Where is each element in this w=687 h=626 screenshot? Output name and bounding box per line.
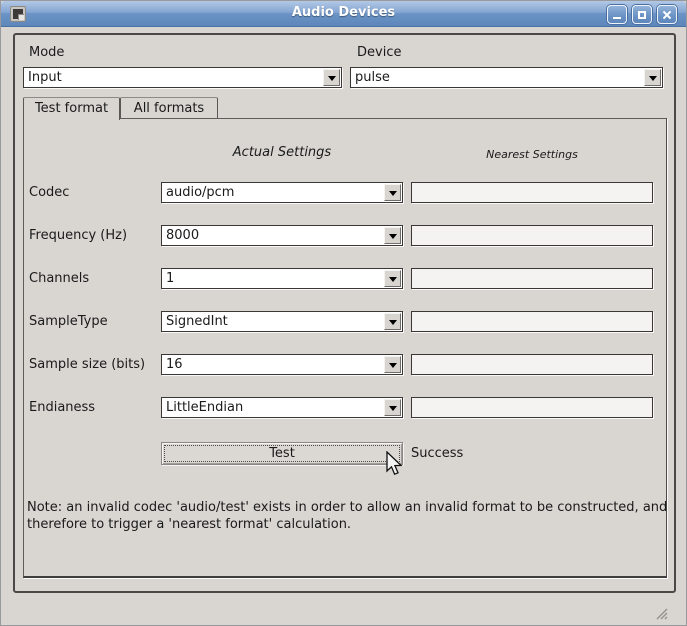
maximize-icon — [638, 11, 646, 19]
resize-grip-icon[interactable] — [652, 604, 668, 620]
codec-label: Codec — [29, 182, 69, 203]
minimize-button[interactable] — [607, 5, 627, 24]
device-dropdown-button[interactable] — [644, 69, 661, 86]
actual-settings-header: Actual Settings — [161, 145, 403, 160]
chevron-down-icon — [389, 363, 397, 368]
endianess-label: Endianess — [29, 397, 95, 418]
sampletype-dropdown-button[interactable] — [384, 313, 401, 330]
device-label: Device — [357, 45, 401, 62]
endianess-dropdown-button[interactable] — [384, 399, 401, 416]
window-title: Audio Devices — [1, 5, 686, 20]
frequency-label: Frequency (Hz) — [29, 225, 127, 246]
chevron-down-icon — [389, 406, 397, 411]
close-button[interactable] — [657, 5, 677, 24]
codec-nearest-field — [411, 182, 653, 203]
nearest-settings-header: Nearest Settings — [411, 148, 653, 161]
sampletype-value: SignedInt — [166, 312, 382, 331]
note-text: Note: an invalid codec 'audio/test' exis… — [27, 499, 677, 533]
channels-value: 1 — [166, 269, 382, 288]
device-value: pulse — [355, 68, 642, 87]
endianess-value: LittleEndian — [166, 398, 382, 417]
chevron-down-icon — [389, 277, 397, 282]
codec-value: audio/pcm — [166, 183, 382, 202]
sampletype-select[interactable]: SignedInt — [161, 311, 403, 332]
channels-nearest-field — [411, 268, 653, 289]
titlebar[interactable]: Audio Devices — [1, 1, 686, 27]
channels-select[interactable]: 1 — [161, 268, 403, 289]
samplesize-dropdown-button[interactable] — [384, 356, 401, 373]
samplesize-label: Sample size (bits) — [29, 354, 145, 375]
frequency-nearest-field — [411, 225, 653, 246]
status-text: Success — [411, 442, 463, 465]
tab-test-format[interactable]: Test format — [23, 97, 120, 120]
maximize-button[interactable] — [632, 5, 652, 24]
mode-select[interactable]: Input — [23, 67, 342, 88]
channels-dropdown-button[interactable] — [384, 270, 401, 287]
frequency-dropdown-button[interactable] — [384, 227, 401, 244]
test-button[interactable]: Test — [161, 442, 403, 465]
channels-label: Channels — [29, 268, 89, 289]
device-select[interactable]: pulse — [350, 67, 663, 88]
frequency-value: 8000 — [166, 226, 382, 245]
chevron-down-icon — [389, 234, 397, 239]
codec-dropdown-button[interactable] — [384, 184, 401, 201]
endianess-nearest-field — [411, 397, 653, 418]
chevron-down-icon — [328, 76, 336, 81]
sampletype-label: SampleType — [29, 311, 108, 332]
chevron-down-icon — [649, 76, 657, 81]
audio-devices-window: Audio Devices Mode Input Device pulse Te… — [0, 0, 687, 626]
chevron-down-icon — [389, 320, 397, 325]
mode-value: Input — [28, 68, 321, 87]
minimize-icon — [613, 17, 621, 19]
codec-select[interactable]: audio/pcm — [161, 182, 403, 203]
tab-all-formats[interactable]: All formats — [120, 97, 218, 118]
frequency-select[interactable]: 8000 — [161, 225, 403, 246]
mode-dropdown-button[interactable] — [323, 69, 340, 86]
samplesize-select[interactable]: 16 — [161, 354, 403, 375]
samplesize-nearest-field — [411, 354, 653, 375]
mode-label: Mode — [29, 45, 64, 62]
sampletype-nearest-field — [411, 311, 653, 332]
chevron-down-icon — [389, 191, 397, 196]
samplesize-value: 16 — [166, 355, 382, 374]
endianess-select[interactable]: LittleEndian — [161, 397, 403, 418]
